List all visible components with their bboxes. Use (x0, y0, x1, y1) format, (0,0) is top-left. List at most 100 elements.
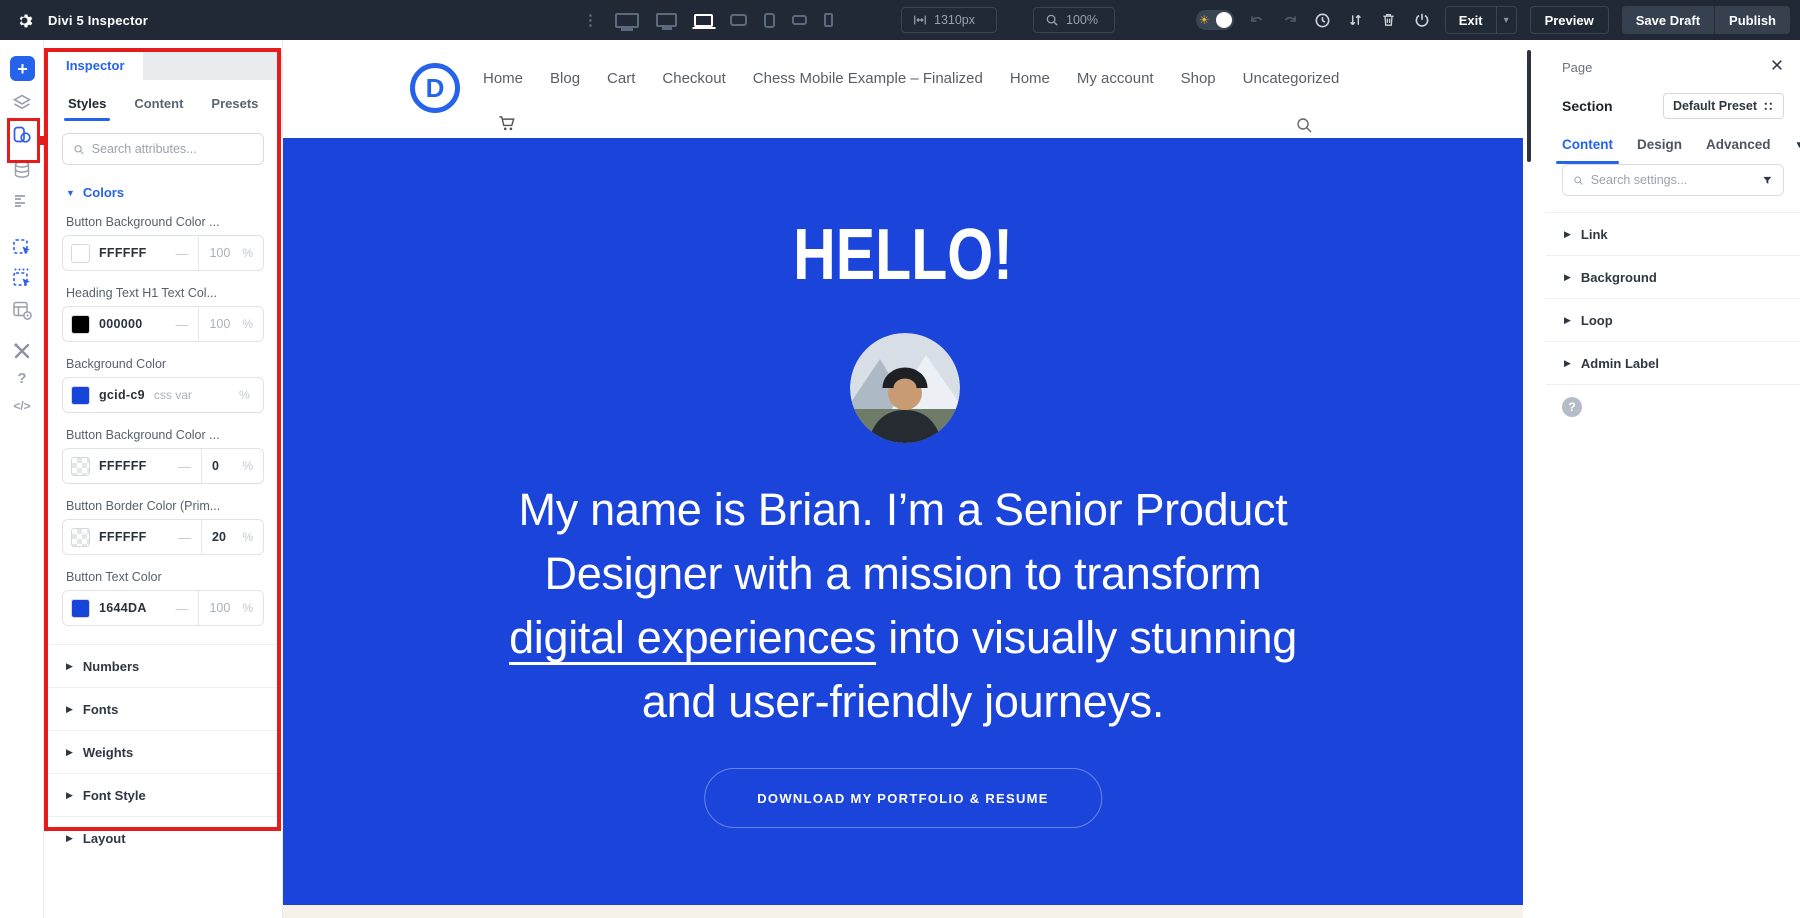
settings-gear-icon[interactable] (14, 10, 34, 30)
device-phone-landscape-icon[interactable] (792, 15, 807, 25)
history-icon[interactable] (1313, 10, 1333, 30)
attributes-search[interactable] (62, 133, 264, 165)
section-weights[interactable]: ▶Weights (44, 730, 282, 773)
cart-icon[interactable] (498, 114, 517, 138)
device-desktop-icon[interactable] (656, 13, 677, 27)
more-options-icon[interactable]: ⋮ (583, 13, 598, 28)
section-layout[interactable]: ▶Layout (44, 816, 282, 859)
opacity-value[interactable]: 0 (212, 459, 219, 473)
opacity-value[interactable]: 100 (209, 246, 230, 260)
device-desktop-large-icon[interactable] (615, 13, 639, 28)
color-control[interactable]: gcid-c9 css var % (62, 377, 264, 413)
device-laptop-icon[interactable] (694, 14, 713, 27)
default-preset-button[interactable]: Default Preset (1663, 93, 1784, 119)
code-icon[interactable]: </> (0, 399, 44, 413)
device-phone-icon[interactable] (824, 13, 833, 27)
opacity-value[interactable]: 20 (212, 530, 226, 544)
panel-scrollbar-thumb[interactable] (1527, 50, 1531, 162)
color-swatch[interactable] (71, 457, 90, 476)
save-draft-button[interactable]: Save Draft (1622, 6, 1714, 34)
nav-item[interactable]: Home (1010, 70, 1050, 87)
opacity-value[interactable]: 100 (209, 317, 230, 331)
section-background[interactable]: ▶Background (1546, 255, 1800, 298)
nav-item[interactable]: Chess Mobile Example – Finalized (753, 70, 983, 87)
section-link[interactable]: ▶Link (1546, 212, 1800, 255)
exit-button[interactable]: Exit (1446, 7, 1496, 33)
nav-item[interactable]: Checkout (662, 70, 725, 87)
download-portfolio-button[interactable]: DOWNLOAD MY PORTFOLIO & RESUME (704, 768, 1102, 828)
nav-item[interactable]: Cart (607, 70, 635, 87)
color-value[interactable]: FFFFFF (99, 530, 147, 544)
zoom-level-value: 100% (1066, 13, 1098, 27)
color-value[interactable]: 000000 (99, 317, 143, 331)
layers-icon[interactable] (0, 92, 44, 114)
viewport-width-field[interactable]: 1310px (901, 7, 997, 33)
color-swatch[interactable] (71, 528, 90, 547)
color-swatch[interactable] (71, 244, 90, 263)
nav-item[interactable]: Home (483, 70, 523, 87)
sort-arrows-icon[interactable] (1346, 10, 1366, 30)
section-fonts[interactable]: ▶Fonts (44, 687, 282, 730)
add-module-button[interactable]: + (10, 56, 35, 81)
opacity-value[interactable]: 100 (209, 601, 230, 615)
tab-styles[interactable]: Styles (68, 96, 106, 121)
tab-design[interactable]: Design (1637, 137, 1682, 164)
attributes-search-input[interactable] (92, 142, 253, 156)
color-value[interactable]: 1644DA (99, 601, 147, 615)
device-tablet-icon[interactable] (764, 13, 775, 28)
nav-item[interactable]: Blog (550, 70, 580, 87)
color-control[interactable]: FFFFFF — 20% (62, 519, 264, 555)
nav-item[interactable]: Uncategorized (1243, 70, 1340, 87)
select-module-icon[interactable] (0, 236, 44, 258)
section-loop[interactable]: ▶Loop (1546, 298, 1800, 341)
settings-search[interactable] (1562, 164, 1784, 196)
field-list-icon[interactable] (0, 193, 44, 211)
close-icon[interactable] (1770, 58, 1784, 77)
nav-item[interactable]: Shop (1181, 70, 1216, 87)
tab-content[interactable]: Content (1562, 137, 1613, 164)
tab-advanced[interactable]: Advanced (1706, 137, 1771, 164)
preview-button[interactable]: Preview (1530, 6, 1609, 34)
undo-icon[interactable] (1247, 10, 1267, 30)
site-search-icon[interactable] (1295, 116, 1313, 139)
intro-underlined-link[interactable]: digital experiences (509, 612, 876, 663)
trash-icon[interactable] (1379, 10, 1399, 30)
color-swatch[interactable] (71, 386, 90, 405)
publish-button[interactable]: Publish (1714, 6, 1790, 34)
filter-funnel-icon[interactable] (1762, 174, 1773, 187)
inspector-panel-tab[interactable]: Inspector (48, 50, 143, 80)
inspector-styles-icon[interactable] (0, 124, 44, 146)
section-numbers[interactable]: ▶Numbers (44, 644, 282, 687)
color-control[interactable]: 1644DA — 100% (62, 590, 264, 626)
section-font-style[interactable]: ▶Font Style (44, 773, 282, 816)
help-icon[interactable]: ? (1562, 397, 1582, 417)
settings-search-input[interactable] (1591, 173, 1756, 187)
help-icon[interactable]: ? (0, 370, 44, 387)
theme-toggle[interactable]: ☀ (1196, 10, 1234, 30)
site-logo[interactable]: D (410, 63, 460, 113)
color-value[interactable]: gcid-c9 (99, 388, 145, 402)
nav-item[interactable]: My account (1077, 70, 1154, 87)
section-admin-label[interactable]: ▶Admin Label (1546, 341, 1800, 384)
intro-line: and user-friendly journeys. (283, 670, 1523, 734)
tools-icon[interactable] (0, 341, 44, 361)
tab-presets[interactable]: Presets (211, 96, 258, 121)
color-swatch[interactable] (71, 599, 90, 618)
device-tablet-landscape-icon[interactable] (730, 14, 747, 26)
module-settings-icon[interactable] (0, 299, 44, 321)
tabs-caret-icon[interactable]: ▼ (1795, 140, 1800, 161)
color-control[interactable]: 000000 — 100% (62, 306, 264, 342)
tab-content[interactable]: Content (134, 96, 183, 121)
exit-dropdown-caret-icon[interactable]: ▾ (1496, 7, 1516, 33)
section-colors-header[interactable]: ▼ Colors (44, 185, 282, 200)
color-control[interactable]: FFFFFF — 100% (62, 235, 264, 271)
select-all-modules-icon[interactable] (0, 267, 44, 289)
color-value[interactable]: FFFFFF (99, 459, 147, 473)
power-icon[interactable] (1412, 10, 1432, 30)
zoom-level-field[interactable]: 100% (1033, 7, 1115, 33)
color-swatch[interactable] (71, 315, 90, 334)
redo-icon[interactable] (1280, 10, 1300, 30)
color-value[interactable]: FFFFFF (99, 246, 147, 260)
color-control[interactable]: FFFFFF — 0% (62, 448, 264, 484)
database-icon[interactable] (0, 160, 44, 182)
